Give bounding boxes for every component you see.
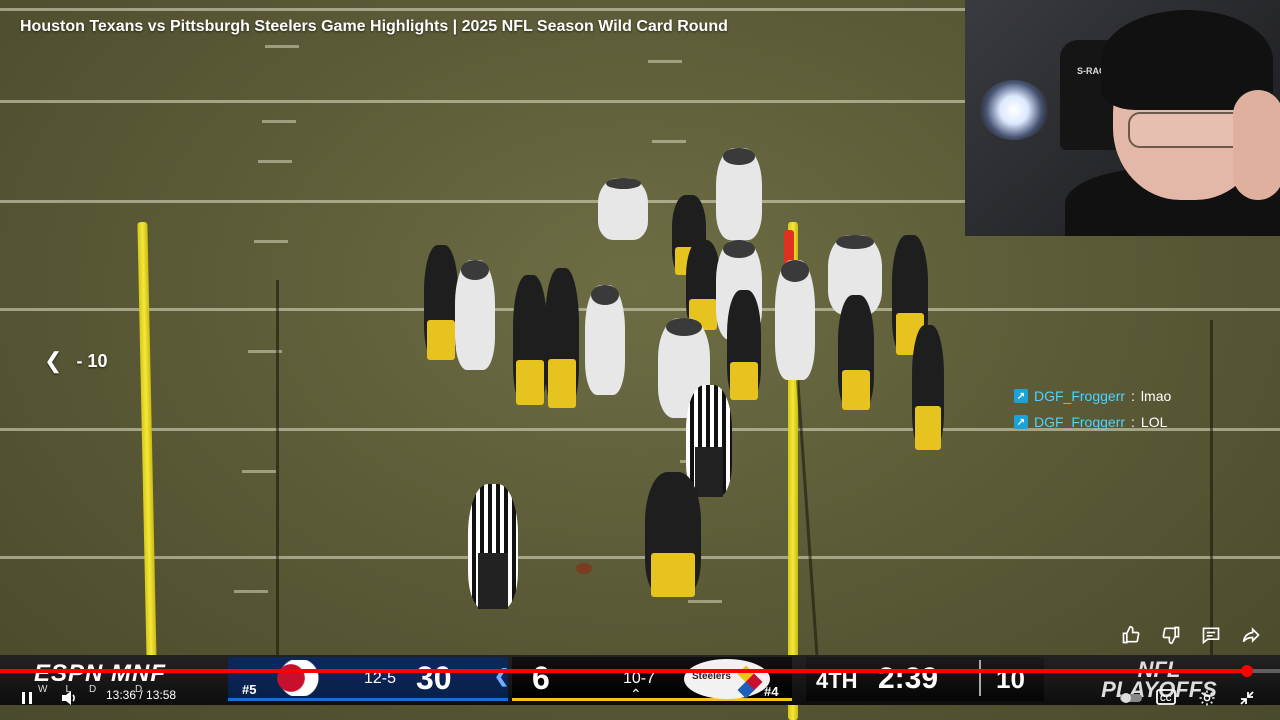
chat-text: LOL (1140, 414, 1168, 430)
referee (468, 484, 518, 609)
streamer-glasses (1128, 112, 1248, 148)
hash-mark (242, 470, 276, 473)
streamer-hand (1233, 90, 1280, 200)
chat-overlay: ↗ DGF_Froggerr : lmao ↗ DGF_Froggerr : L… (1014, 383, 1171, 435)
chevron-left-icon: ❮ (44, 348, 63, 373)
player-lineman (727, 290, 761, 400)
goalpost-shadow (1210, 320, 1213, 660)
hash-mark (688, 600, 722, 603)
webcam-overlay: S-RACER (965, 0, 1280, 236)
pause-button[interactable] (16, 687, 38, 709)
hash-mark (234, 590, 268, 593)
football (576, 563, 592, 574)
svg-text:CC: CC (1160, 694, 1172, 703)
seek-back-label: - 10 (76, 350, 108, 371)
chevron-up-icon[interactable]: ⌃ (630, 686, 642, 703)
game-clock: 2:39 (878, 662, 939, 695)
player-defender (716, 148, 762, 240)
player-rusher (585, 285, 625, 395)
chat-message: ↗ DGF_Froggerr : LOL (1014, 409, 1171, 435)
player-rusher (455, 260, 495, 370)
chat-separator: : (1131, 414, 1135, 430)
player-lineman (513, 275, 547, 405)
player-wing (838, 295, 874, 410)
player-lineman (424, 245, 458, 360)
clock-divider (979, 660, 981, 696)
comment-icon[interactable] (1198, 622, 1224, 648)
player-wing (912, 325, 944, 450)
captions-icon[interactable]: CC (1155, 688, 1177, 706)
player-rusher (775, 260, 815, 380)
player-kicker (645, 472, 701, 597)
thumbs-up-icon[interactable] (1118, 622, 1144, 648)
home-seed: #5 (242, 682, 257, 697)
hash-mark (648, 60, 682, 63)
chat-text: lmao (1140, 388, 1172, 404)
texans-logo (255, 660, 335, 696)
goalpost-left (137, 221, 157, 663)
time-display: 13:36 / 13:58 (106, 688, 176, 702)
volume-icon[interactable] (58, 687, 80, 709)
hash-mark (258, 160, 292, 163)
chat-platform-icon: ↗ (1014, 415, 1028, 429)
chat-separator: : (1131, 388, 1135, 404)
away-score: 6 (532, 660, 550, 696)
video-actions (1118, 622, 1264, 648)
autoplay-toggle[interactable] (1120, 690, 1142, 706)
duration: 13:58 (146, 688, 177, 702)
hash-mark (254, 240, 288, 243)
progress-played (0, 669, 1247, 673)
away-seed: #4 (764, 684, 779, 699)
goalpost-shadow (796, 380, 819, 660)
seek-back-indicator: ❮ - 10 (44, 348, 107, 374)
hash-mark (265, 45, 299, 48)
chat-platform-icon: ↗ (1014, 389, 1028, 403)
share-icon[interactable] (1238, 622, 1264, 648)
chat-message: ↗ DGF_Froggerr : lmao (1014, 383, 1171, 409)
yard-line (0, 556, 1280, 559)
ring-light (979, 80, 1049, 140)
chat-username: DGF_Froggerr (1034, 388, 1126, 404)
video-title: Houston Texans vs Pittsburgh Steelers Ga… (20, 18, 728, 35)
progress-scrubber[interactable] (1241, 665, 1253, 677)
goalpost-shadow (276, 280, 279, 660)
referee (686, 385, 732, 497)
chat-username: DGF_Froggerr (1034, 414, 1126, 430)
hash-mark (652, 140, 686, 143)
player-holder (598, 178, 648, 240)
hash-mark (262, 120, 296, 123)
player-lineman (545, 268, 579, 408)
exit-fullscreen-icon[interactable] (1236, 687, 1258, 709)
home-score: 30 (416, 660, 452, 696)
player-lineman (686, 240, 720, 330)
time-separator: / (136, 688, 147, 702)
thumbs-down-icon[interactable] (1158, 622, 1184, 648)
yard-line (0, 308, 1280, 311)
settings-gear-icon[interactable] (1196, 687, 1218, 709)
current-time: 13:36 (106, 688, 137, 702)
